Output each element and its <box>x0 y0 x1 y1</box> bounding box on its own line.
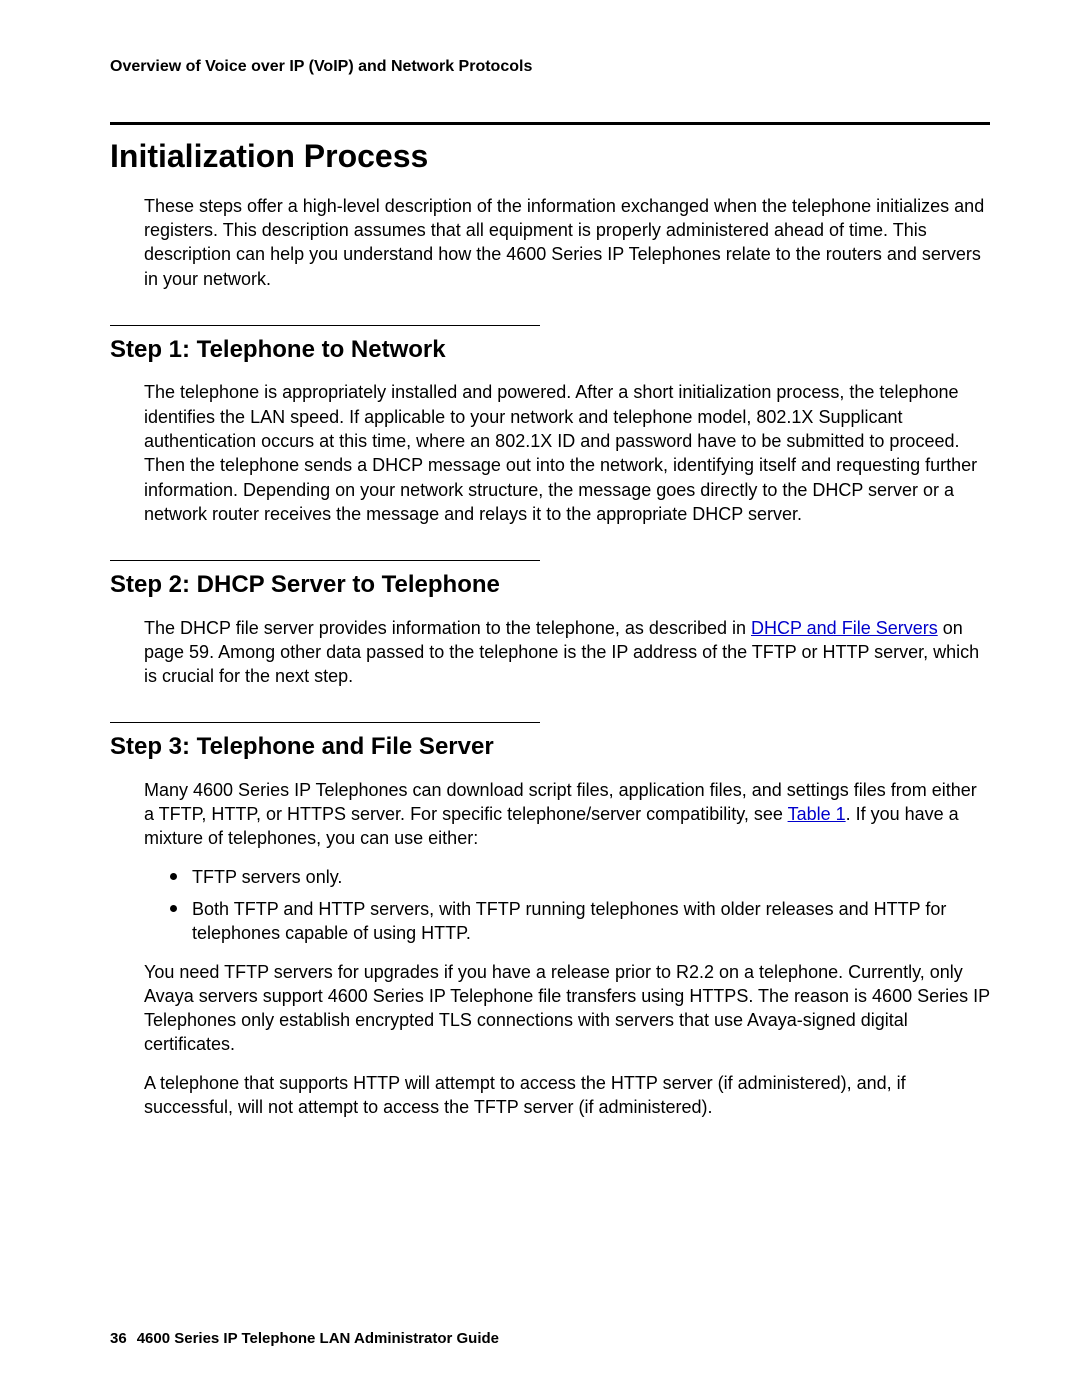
section-intro: These steps offer a high-level descripti… <box>144 194 990 291</box>
footer-doc-title: 4600 Series IP Telephone LAN Administrat… <box>137 1330 499 1347</box>
step3-body1: Many 4600 Series IP Telephones can downl… <box>144 778 990 851</box>
page-footer: 36 4600 Series IP Telephone LAN Administr… <box>110 1329 990 1349</box>
step2-body-pre: The DHCP file server provides informatio… <box>144 618 751 638</box>
step2-body: The DHCP file server provides informatio… <box>144 616 990 689</box>
step-rule <box>110 325 540 326</box>
running-header: Overview of Voice over IP (VoIP) and Net… <box>110 56 990 78</box>
step3-body3: A telephone that supports HTTP will atte… <box>144 1071 990 1120</box>
page-number: 36 <box>110 1330 127 1347</box>
step1-title: Step 1: Telephone to Network <box>110 334 990 366</box>
step-rule <box>110 560 540 561</box>
list-item: Both TFTP and HTTP servers, with TFTP ru… <box>170 897 990 946</box>
step2-title: Step 2: DHCP Server to Telephone <box>110 569 990 601</box>
list-item: TFTP servers only. <box>170 865 990 889</box>
step3-bullets: TFTP servers only. Both TFTP and HTTP se… <box>170 865 990 946</box>
section-title: Initialization Process <box>110 135 990 178</box>
dhcp-file-servers-link[interactable]: DHCP and File Servers <box>751 618 938 638</box>
step3-body2: You need TFTP servers for upgrades if yo… <box>144 960 990 1057</box>
step3-title: Step 3: Telephone and File Server <box>110 731 990 763</box>
table1-link[interactable]: Table 1 <box>788 804 846 824</box>
step-rule <box>110 722 540 723</box>
section-rule <box>110 122 990 125</box>
step1-body: The telephone is appropriately installed… <box>144 380 990 526</box>
